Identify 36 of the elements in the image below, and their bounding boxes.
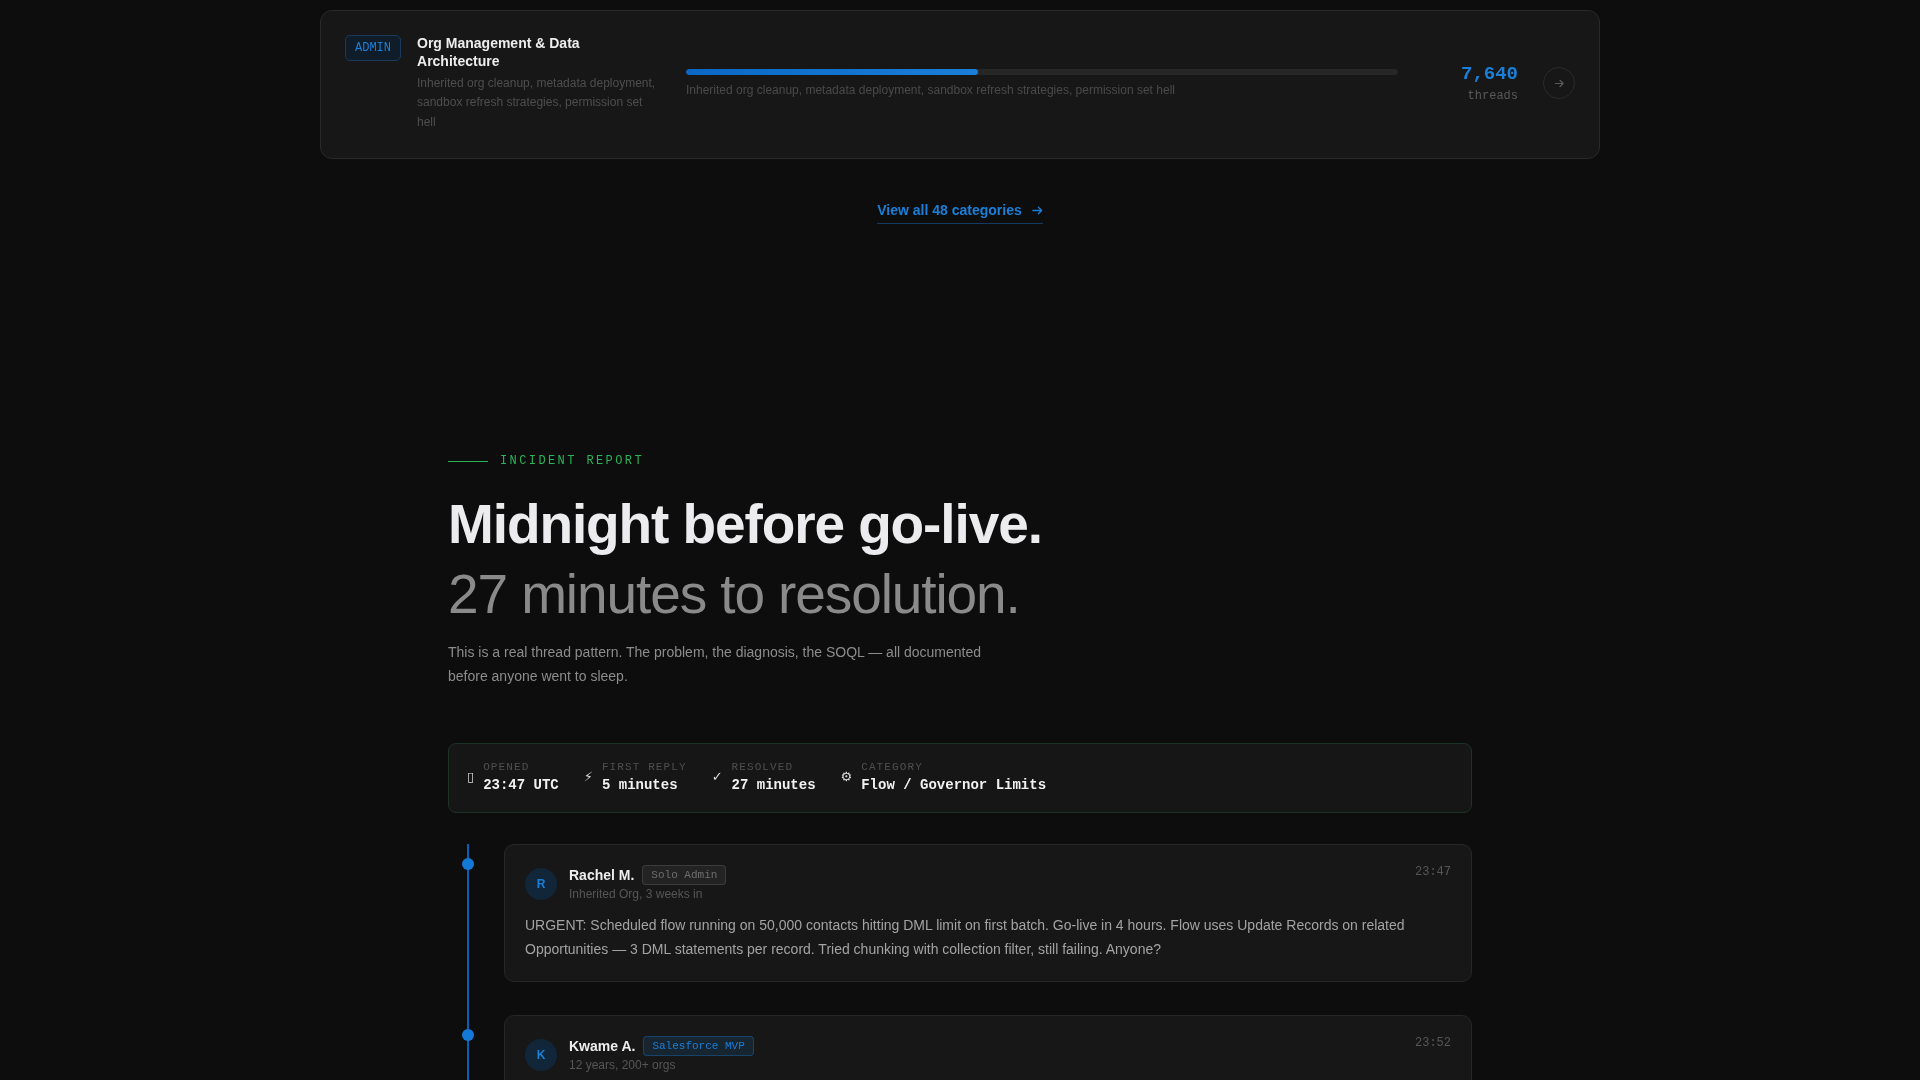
timeline-dot-icon [462,858,474,871]
view-all-link[interactable]: View all 48 categories [877,202,1043,225]
intro-paragraph: This is a real thread pattern. The problem, the diagnosis, the SOQL — all documented before anyone went to sleep. [448,643,983,686]
avatar: R [525,867,557,900]
timeline-dot-icon [462,1029,474,1042]
arrow-right-icon [1553,77,1565,89]
stat-label: CATEGORY [861,760,924,775]
role-tag: Solo Admin [642,865,727,886]
message-text: URGENT: Scheduled flow running on 50,000 contacts hitting DML limit on first batch. Go-live in 4 hours. Flow uses Update Records on related Opportunities — 3 DML statements per record. Tried chunking with collection filter, still failing. Anyone? [525,916,1406,959]
author-name: Kwame A. [569,1037,636,1056]
author-subtitle: 12 years, 200+ orgs [569,1057,677,1074]
message-time: 23:47 [1415,865,1451,880]
message-time: 23:52 [1415,1036,1451,1051]
section-eyebrow: INCIDENT REPORT [500,454,645,470]
stat-label: OPENED [483,760,531,775]
headline: Midnight before go-live. [448,492,1043,558]
thread-count: 7,640 [1461,63,1518,86]
gear-icon: ⚙ [840,769,853,786]
stat-label: RESOLVED [731,760,795,775]
arrow-right-icon [1031,205,1043,217]
rectangle-icon: ▯ [467,769,475,786]
author-name: Rachel M. [569,866,635,885]
check-icon: ✓ [711,769,723,786]
author-subtitle: Inherited Org, 3 weeks in [569,886,704,903]
avatar: K [525,1038,557,1071]
stat-label: FIRST REPLY [601,760,687,775]
stat-value: 27 minutes [731,776,816,795]
role-tag: Salesforce MVP [643,1036,754,1057]
stat-value: 23:47 UTC [483,776,559,795]
lightning-icon: ⚡ [583,769,593,786]
stat-value: Flow / Governor Limits [861,776,1047,795]
category-title: Org Management & Data Architecture [417,34,581,71]
category-tag: ADMIN [345,35,401,61]
subheadline: 27 minutes to resolution. [448,562,1021,628]
thread-count-label: threads [1466,89,1518,104]
stat-value: 5 minutes [601,776,679,795]
